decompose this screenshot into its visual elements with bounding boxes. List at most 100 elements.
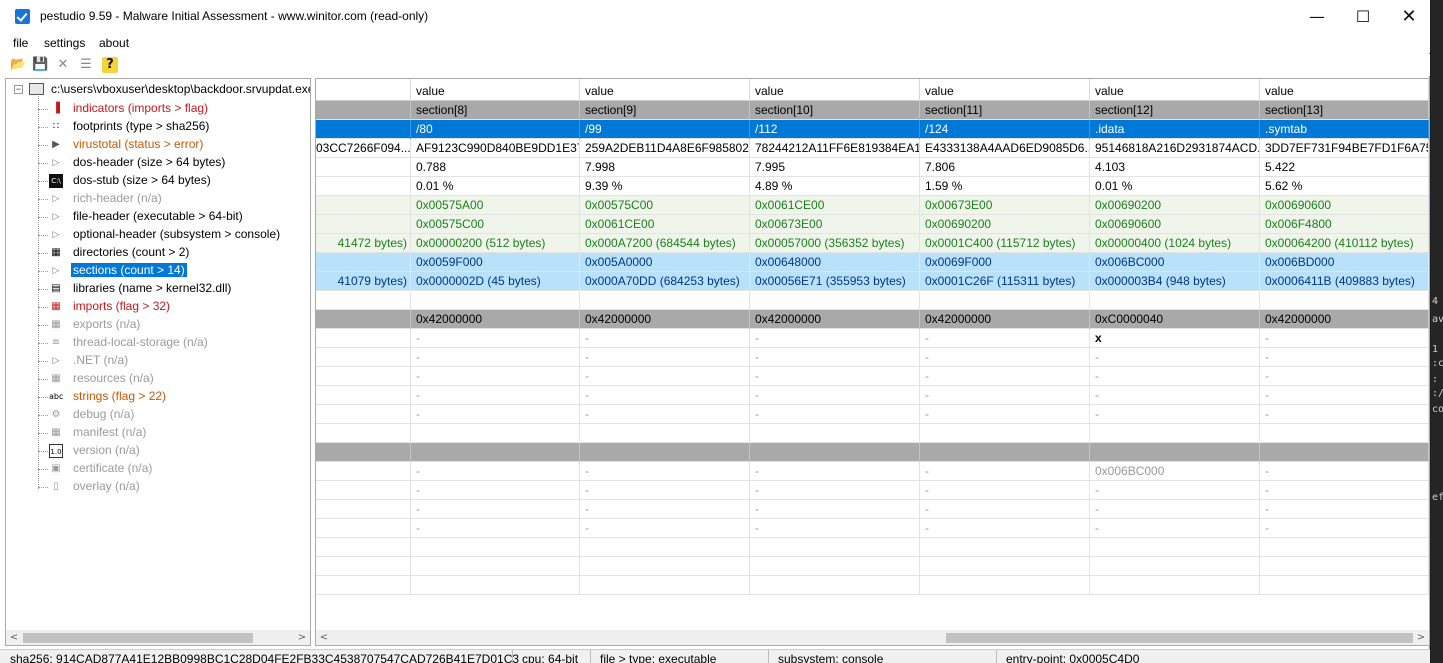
table-row[interactable]: section[8] section[9] section[10] section[1… <box>316 101 1429 120</box>
scroll-thumb[interactable] <box>23 633 253 643</box>
table-row[interactable]: ------ <box>316 405 1429 424</box>
table-row[interactable]: ------ <box>316 500 1429 519</box>
table-row[interactable] <box>316 291 1429 310</box>
help-icon[interactable]: ? <box>102 57 118 73</box>
table-cell: 0.01 % <box>411 177 580 196</box>
tree-horizontal-scrollbar[interactable]: < > <box>6 630 310 645</box>
table-row[interactable] <box>316 424 1429 443</box>
tree-connector <box>38 469 48 470</box>
tree-item-label: file-header (executable > 64-bit) <box>73 209 243 223</box>
table-row[interactable]: /80/99/112/124 .idata .symtab <box>316 120 1429 139</box>
table-cell: - <box>920 481 1090 500</box>
table-row[interactable]: 0x00575A00 0x00575C00 0x0061CE00 0x00673E00… <box>316 196 1429 215</box>
table-row[interactable]: 41472 bytes) 0x00000200 (512 bytes) 0x000A… <box>316 234 1429 253</box>
table-cell <box>920 291 1090 310</box>
table-cell: 0x42000000 <box>580 310 750 329</box>
table-row[interactable] <box>316 538 1429 557</box>
tree-item-label: imports (flag > 32) <box>73 299 171 313</box>
table-row[interactable]: 03CC7266F094... AF9123C990D840BE9DD1E37..… <box>316 139 1429 158</box>
table-cell: 0x00690600 <box>1090 215 1260 234</box>
list-icon[interactable]: ☰ <box>78 57 94 73</box>
menu-bar: file settings about <box>0 33 1430 53</box>
table-cell: section[8] <box>411 101 580 120</box>
table-row[interactable]: 41079 bytes) 0x0000002D (45 bytes) 0x000A7… <box>316 272 1429 291</box>
table-row[interactable]: - - - -0x006BC000- <box>316 462 1429 481</box>
console-icon: C:\ <box>49 174 63 188</box>
menu-file[interactable]: file <box>13 36 28 50</box>
scroll-thumb[interactable] <box>946 633 1413 643</box>
table-cell: 0x0061CE00 <box>750 196 920 215</box>
table-cell: - <box>750 405 920 424</box>
table-row[interactable]: ------ <box>316 386 1429 405</box>
table-row[interactable]: 0x00575C00 0x0061CE00 0x00673E00 0x00690200… <box>316 215 1429 234</box>
table-cell: - <box>1090 500 1260 519</box>
scroll-right-icon[interactable]: > <box>1413 630 1429 645</box>
table-cell: - <box>1090 367 1260 386</box>
table-row[interactable]: 0x0059F000 0x005A0000 0x00648000 0x0069F000… <box>316 253 1429 272</box>
table-cell <box>316 196 411 215</box>
bars-icon: ▐ <box>52 103 60 114</box>
table-cell <box>1090 291 1260 310</box>
status-separator <box>590 650 591 663</box>
table-row[interactable]: ------ <box>316 481 1429 500</box>
page-icon: ▯ <box>53 481 59 492</box>
table-row[interactable] <box>316 576 1429 595</box>
table-cell <box>1090 538 1260 557</box>
table-row[interactable]: 0.01 % 9.39 % 4.89 % 1.59 % 0.01 % 5.62 % <box>316 177 1429 196</box>
table-cell <box>316 253 411 272</box>
table-cell <box>316 481 411 500</box>
collapse-icon[interactable]: − <box>14 85 23 94</box>
column-header[interactable]: value <box>580 79 750 101</box>
table-cell: 0x00648000 <box>750 253 920 272</box>
table-cell <box>1260 424 1429 443</box>
table-row[interactable] <box>316 443 1429 462</box>
table-cell <box>920 424 1090 443</box>
menu-settings[interactable]: settings <box>44 36 85 50</box>
table-cell <box>316 120 411 139</box>
column-header[interactable]: value <box>920 79 1090 101</box>
table-row[interactable]: ----x- <box>316 329 1429 348</box>
column-header[interactable]: value <box>411 79 580 101</box>
column-header[interactable]: value <box>750 79 920 101</box>
table-cell: 0x006BC000 <box>1090 462 1260 481</box>
table-cell: - <box>1260 329 1429 348</box>
table-row[interactable] <box>316 557 1429 576</box>
table-cell <box>316 557 411 576</box>
scroll-left-icon[interactable]: < <box>316 630 332 645</box>
table-row[interactable]: ------ <box>316 348 1429 367</box>
column-header[interactable] <box>316 79 411 101</box>
table-cell: - <box>411 348 580 367</box>
scroll-left-icon[interactable]: < <box>6 630 22 645</box>
table-cell <box>1090 424 1260 443</box>
table-row[interactable]: ------ <box>316 519 1429 538</box>
table-cell: - <box>411 367 580 386</box>
maximize-button[interactable]: ☐ <box>1340 0 1386 33</box>
table-row[interactable]: 0x42000000 0x42000000 0x42000000 0x42000000… <box>316 310 1429 329</box>
column-header[interactable]: value <box>1260 79 1429 101</box>
table-cell: - <box>580 519 750 538</box>
menu-about[interactable]: about <box>99 36 129 50</box>
cut-icon[interactable]: ✕ <box>55 57 71 73</box>
save-icon[interactable]: 💾 <box>32 57 48 73</box>
table-cell <box>750 538 920 557</box>
table-cell <box>411 424 580 443</box>
table-cell <box>411 443 580 462</box>
table-row[interactable]: ------ <box>316 367 1429 386</box>
table-cell <box>316 405 411 424</box>
background-text: av <box>1432 314 1443 325</box>
grid-horizontal-scrollbar[interactable]: < > <box>316 630 1429 645</box>
column-header[interactable]: value <box>1090 79 1260 101</box>
table-cell <box>920 443 1090 462</box>
tree-connector <box>38 397 48 398</box>
minimize-button[interactable]: — <box>1294 0 1340 33</box>
table-cell <box>316 576 411 595</box>
open-folder-icon[interactable]: 📂 <box>10 57 26 73</box>
table-row[interactable]: 0.788 7.998 7.995 7.806 4.103 5.422 <box>316 158 1429 177</box>
close-button[interactable]: ✕ <box>1386 0 1432 33</box>
status-sha256: sha256: 914CAD877A41E12BB0998BC1C28D04FE… <box>10 652 520 663</box>
table-cell <box>1090 443 1260 462</box>
scroll-right-icon[interactable]: > <box>294 630 310 645</box>
table-cell: 0x0069F000 <box>920 253 1090 272</box>
table-cell: section[12] <box>1090 101 1260 120</box>
table-cell: /124 <box>920 120 1090 139</box>
